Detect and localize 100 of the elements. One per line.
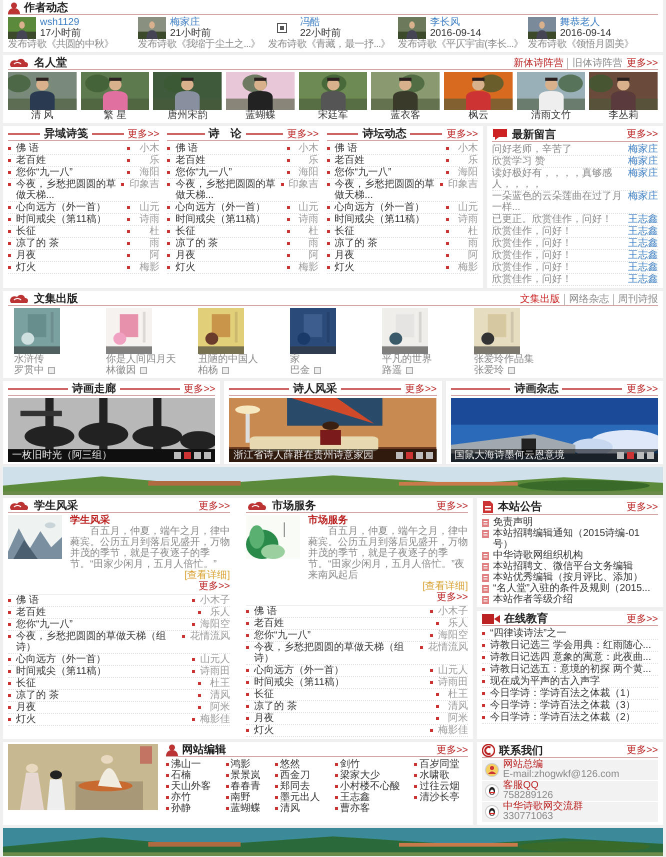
article-title[interactable]: 佛 语	[175, 143, 284, 154]
message-text[interactable]: 问好老师，辛苦了	[492, 144, 625, 155]
person-name[interactable]: 清 风	[8, 110, 77, 121]
editor-name[interactable]: 亦竹	[171, 792, 191, 803]
category-tab[interactable]: 网络杂志	[564, 294, 609, 304]
more-link[interactable]: 更多>>	[626, 384, 658, 394]
author-name[interactable]: 梅家庄	[170, 17, 212, 28]
message-text[interactable]: 欣赏佳作，问好！	[492, 250, 625, 261]
message-author[interactable]: 梅家庄	[628, 156, 658, 167]
person-name[interactable]: 唐州宋韵	[153, 110, 222, 121]
article-title[interactable]: 月夜	[16, 702, 195, 713]
editor-name[interactable]: 沸山一	[171, 759, 201, 770]
more-link[interactable]: 更多>>	[436, 500, 468, 512]
message-text[interactable]: 已更正。欣赏佳作，问好！	[492, 214, 625, 225]
article-title[interactable]: 今夜，乡愁把圆圆的草做天梯（组诗）	[16, 631, 179, 653]
editor-name[interactable]: 石楠	[171, 770, 191, 781]
article-title[interactable]: 心向远方（外一首）	[334, 202, 443, 213]
message-text[interactable]: 欣赏佳作，问好！	[492, 226, 625, 237]
message-text[interactable]: 欣赏佳作，问好！	[492, 274, 625, 285]
editor-name[interactable]: 墨元出人	[280, 792, 320, 803]
editor-name[interactable]: 西金刀	[280, 770, 310, 781]
author-name[interactable]: wsh1129	[40, 17, 82, 28]
article-title[interactable]: 凉了的 茶	[175, 238, 284, 249]
article-title[interactable]: 您你“九一八”	[175, 167, 284, 178]
article-title[interactable]: 长征	[175, 226, 284, 237]
article-title[interactable]: 长征	[16, 678, 195, 689]
book-title[interactable]: 张爱玲作品集	[474, 354, 550, 365]
author-name[interactable]: 舞恭老人	[560, 17, 612, 28]
person-name[interactable]: 清雨文竹	[516, 110, 586, 121]
article-title[interactable]: 长征	[334, 226, 443, 237]
person-name[interactable]: 蓝蝴蝶	[226, 110, 295, 121]
article-title[interactable]: 灯火	[16, 714, 189, 725]
message-text[interactable]: 读好极好有，，，，真够感人，，，，	[492, 168, 625, 190]
article-title[interactable]: 老百姓	[254, 618, 433, 629]
editor-name[interactable]: 孙静	[171, 803, 191, 814]
message-author[interactable]: 梅家庄	[628, 168, 658, 179]
notice-link[interactable]: 本站招聘文、微信平台文务编辑	[493, 561, 633, 572]
article-title[interactable]: 您你“九一八”	[16, 167, 124, 178]
article-title[interactable]: 佛 语	[334, 143, 443, 154]
article-title[interactable]: 您你“九一八”	[254, 630, 427, 641]
person-name[interactable]: 枫云	[444, 110, 513, 121]
editor-name[interactable]: 百岁同堂	[419, 759, 460, 770]
article-title[interactable]: 凉了的 茶	[334, 238, 443, 249]
category-tab[interactable]: 文集出版	[520, 294, 560, 304]
notice-link[interactable]: 中华诗歌网组织机构	[493, 550, 583, 561]
article-title[interactable]: 灯火	[254, 725, 427, 736]
editor-name[interactable]: 悠然	[280, 759, 300, 770]
notice-link[interactable]: 免责声明	[493, 517, 533, 528]
article-title[interactable]: 灯火	[334, 262, 443, 273]
editor-name[interactable]: 郑同去	[280, 781, 310, 792]
notice-link[interactable]: 本站优秀编辑（按月评比、添加）	[493, 572, 643, 583]
lesson-link[interactable]: 诗教日记选五：意境的初探 两个黄...	[490, 664, 658, 675]
message-text[interactable]: 欣赏佳作，问好！	[492, 238, 625, 249]
message-author[interactable]: 梅家庄	[628, 191, 658, 202]
category-tab[interactable]: 周刊诗报	[613, 294, 658, 304]
book-title[interactable]: 水浒传	[14, 354, 90, 365]
more-link[interactable]: 更多>>	[436, 744, 468, 756]
editor-name[interactable]: 剑竹	[340, 759, 360, 770]
more-link[interactable]: 更多>>	[404, 384, 437, 394]
article-title[interactable]: 月夜	[254, 713, 433, 724]
book-title[interactable]: 丑陋的中国人	[198, 354, 274, 365]
article-title[interactable]: 时间戒尖（第11稿）	[334, 214, 443, 225]
article-title[interactable]: 老百姓	[334, 155, 443, 166]
article-title[interactable]: 佛 语	[16, 143, 124, 154]
more-link[interactable]: 更多>>	[436, 592, 468, 603]
editor-name[interactable]: 小村楼不心酸	[340, 781, 400, 792]
editor-name[interactable]: 鸿影	[230, 759, 251, 770]
lesson-link[interactable]: 今日学诗：学诗百法之体裁（1）	[490, 688, 658, 699]
article-title[interactable]: 今夜，乡愁把圆圆的草做天梯（组诗）	[254, 642, 417, 664]
editor-name[interactable]: 蓝蝴蝶	[230, 803, 261, 814]
message-author[interactable]: 王志鑫	[628, 250, 658, 261]
lesson-link[interactable]: 今日学诗：学诗百法之体裁（2）	[490, 712, 658, 723]
notice-link[interactable]: 本站招聘编辑通知（2015诗编-01号）	[493, 528, 658, 550]
lesson-link[interactable]: 今日学诗：学诗百法之体裁（3）	[490, 700, 658, 711]
article-title[interactable]: 凉了的 茶	[16, 238, 124, 249]
more-link[interactable]: 更多>>	[626, 502, 658, 512]
article-title[interactable]: 长征	[254, 689, 433, 700]
message-author[interactable]: 王志鑫	[628, 274, 658, 285]
editor-name[interactable]: 梁家大少	[340, 770, 380, 781]
editor-name[interactable]: 景景岚	[230, 770, 261, 781]
editor-name[interactable]: 王志鑫	[340, 792, 370, 803]
editor-name[interactable]: 曹亦客	[340, 803, 370, 814]
message-author[interactable]: 王志鑫	[628, 226, 658, 237]
message-text[interactable]: 一朵蓝色的云朵莲曲在过了月一样...	[492, 191, 625, 213]
article-title[interactable]: 老百姓	[16, 607, 195, 618]
article-title[interactable]: 您你“九一八”	[334, 167, 443, 178]
article-title[interactable]: 时间戒尖（第11稿）	[16, 666, 189, 677]
editor-name[interactable]: 清风	[280, 803, 300, 814]
more-link[interactable]: 更多>>	[198, 500, 230, 512]
more-link[interactable]: 更多>>	[626, 614, 658, 624]
more-link[interactable]: 更多>>	[626, 745, 658, 756]
more-link[interactable]: 更多>>	[286, 128, 319, 140]
lesson-link[interactable]: “四律读诗法”之一	[490, 628, 658, 639]
article-title[interactable]: 您你“九一八”	[16, 619, 189, 630]
category-link[interactable]: 旧体诗阵营	[567, 58, 622, 68]
lesson-link[interactable]: 诗教日记选四 意象的寓意：此夜曲...	[490, 652, 658, 663]
more-link[interactable]: 更多>>	[626, 129, 658, 140]
article-title[interactable]: 长征	[16, 226, 124, 237]
article-title[interactable]: 时间戒尖（第11稿）	[16, 214, 124, 225]
notice-link[interactable]: “名人堂”入驻的条件及规则（2015...	[493, 583, 650, 594]
